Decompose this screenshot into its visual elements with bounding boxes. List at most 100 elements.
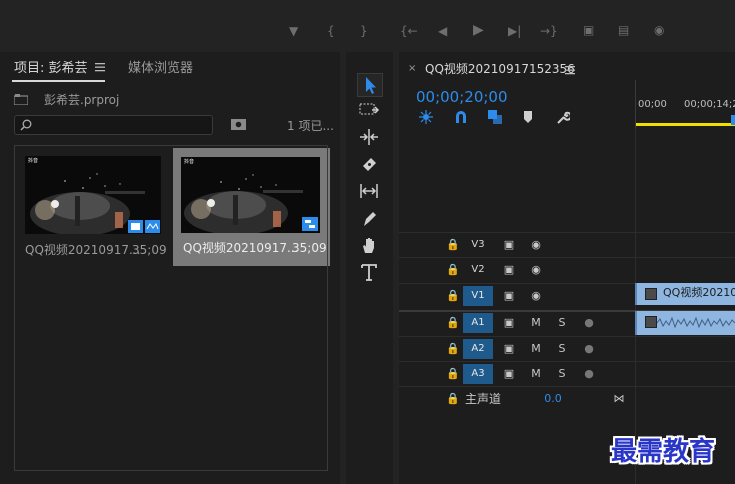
eye-icon[interactable]: ◉ [528, 284, 544, 308]
tools-panel [346, 52, 393, 484]
ruler-label: 00;00;14;29 [684, 99, 735, 110]
work-area-bar[interactable] [636, 123, 735, 126]
thumb-watermark: 抖音 [28, 158, 39, 164]
track-label[interactable]: V3 [463, 235, 493, 255]
mute-button[interactable]: M [529, 362, 543, 386]
type-tool-icon[interactable] [357, 261, 381, 283]
go-to-in-icon[interactable]: {← [400, 23, 418, 39]
clip-name: QQ视频20210917... [183, 241, 299, 255]
clip-label: QQ视频2021091 [663, 286, 735, 299]
clip-duration: 35;09 [132, 243, 167, 257]
eye-icon[interactable]: ◉ [528, 233, 544, 257]
clip-name: QQ视频20210917... [25, 243, 141, 257]
track-a3: 🔒 A3 ▣ M S ● [399, 361, 735, 386]
search-input[interactable] [14, 115, 213, 135]
media-item-selected[interactable]: 抖音 QQ视频20210917... 35;09 [173, 148, 330, 266]
playhead-marker[interactable] [731, 115, 735, 125]
panel-menu-icon[interactable] [95, 62, 105, 72]
eye-icon[interactable]: ◉ [528, 258, 544, 282]
track-select-tool-icon[interactable] [357, 99, 381, 121]
fx-icon [645, 316, 657, 328]
media-item[interactable]: 抖音 QQ视频20210917... 35;09 [18, 150, 175, 268]
slip-tool-icon[interactable] [357, 180, 381, 202]
lock-icon[interactable]: 🔒 [446, 233, 460, 257]
voice-over-icon[interactable]: ● [583, 311, 595, 335]
ripple-edit-tool-icon[interactable] [357, 126, 381, 148]
time-ruler[interactable]: 00;00 00;00;14;29 [635, 80, 735, 128]
overwrite-icon[interactable]: ▤ [618, 22, 629, 38]
go-to-out-icon[interactable]: →} [540, 23, 558, 39]
add-marker-icon[interactable]: ▼ [289, 23, 298, 39]
tab-media-browser[interactable]: 媒体浏览器 [128, 60, 193, 78]
lock-icon[interactable]: 🔒 [446, 387, 460, 411]
step-forward-icon[interactable]: ▶| [508, 23, 521, 39]
voice-over-icon[interactable]: ● [583, 337, 595, 361]
sync-lock-icon[interactable]: ▣ [501, 284, 517, 308]
track-label[interactable]: V2 [463, 260, 493, 280]
lock-icon[interactable]: 🔒 [446, 258, 460, 282]
razor-tool-icon[interactable] [357, 153, 381, 175]
folder-icon [14, 94, 28, 105]
sync-lock-icon[interactable]: ▣ [501, 362, 517, 386]
go-to-end-icon[interactable]: ⋈ [611, 387, 627, 411]
ruler-label: 00;00 [638, 99, 667, 110]
sequence-tab[interactable]: QQ视频20210917152356 [425, 61, 575, 77]
insert-icon[interactable]: ▣ [583, 22, 594, 38]
track-label[interactable]: A1 [463, 313, 493, 333]
item-count: 1 项已... [287, 119, 334, 133]
sync-lock-icon[interactable]: ▣ [501, 258, 517, 282]
track-a2: 🔒 A2 ▣ M S ● [399, 336, 735, 361]
audio-waveform [657, 316, 735, 329]
track-label[interactable]: A3 [463, 364, 493, 384]
mute-button[interactable]: M [529, 311, 543, 335]
lock-icon[interactable]: 🔒 [446, 362, 460, 386]
new-search-bin-icon[interactable] [231, 118, 246, 130]
track-v3: 🔒 V3 ▣ ◉ [399, 232, 735, 257]
export-frame-icon[interactable]: ◉ [654, 22, 664, 38]
play-icon[interactable]: ▶ [473, 22, 484, 38]
fx-icon [645, 288, 657, 300]
pen-tool-icon[interactable] [357, 207, 381, 229]
lock-icon[interactable]: 🔒 [446, 311, 460, 335]
clip-type-badge-icon [128, 220, 160, 233]
selection-tool-icon[interactable] [357, 73, 383, 97]
nest-icon[interactable] [419, 110, 433, 124]
panel-menu-icon[interactable] [565, 65, 575, 75]
lock-icon[interactable]: 🔒 [446, 284, 460, 308]
search-icon [20, 119, 32, 131]
solo-button[interactable]: S [556, 311, 568, 335]
close-icon[interactable]: × [408, 63, 416, 75]
snap-icon[interactable] [454, 110, 468, 124]
mark-in-icon[interactable]: { [327, 23, 335, 39]
linked-selection-icon[interactable] [488, 110, 502, 124]
project-file-name: 彭希芸.prproj [44, 93, 120, 107]
mute-button[interactable]: M [529, 337, 543, 361]
hand-tool-icon[interactable] [357, 234, 381, 256]
sequence-badge-icon [302, 217, 318, 231]
sync-lock-icon[interactable]: ▣ [501, 337, 517, 361]
master-track-label: 主声道 [465, 392, 502, 406]
watermark-logo: 最需教育 [611, 437, 716, 467]
sync-lock-icon[interactable]: ▣ [501, 311, 517, 335]
track-v2: 🔒 V2 ▣ ◉ [399, 257, 735, 282]
add-marker-icon[interactable] [523, 111, 533, 123]
playhead-timecode[interactable]: 00;00;20;00 [416, 87, 508, 107]
solo-button[interactable]: S [556, 362, 568, 386]
voice-over-icon[interactable]: ● [583, 362, 595, 386]
sync-lock-icon[interactable]: ▣ [501, 233, 517, 257]
step-back-icon[interactable]: ◀ [438, 23, 447, 39]
tab-active-underline [12, 80, 105, 82]
track-label[interactable]: V1 [463, 286, 493, 306]
video-thumbnail: 抖音 [181, 157, 320, 233]
solo-button[interactable]: S [556, 337, 568, 361]
wrench-icon[interactable] [555, 110, 570, 125]
mark-out-icon[interactable]: } [360, 23, 368, 39]
audio-clip[interactable] [635, 311, 735, 335]
video-thumbnail: 抖音 [25, 156, 161, 234]
master-volume-value[interactable]: 0.0 [541, 387, 565, 411]
tab-project[interactable]: 项目: 彭希芸 [14, 60, 88, 78]
video-clip[interactable]: QQ视频2021091 [635, 283, 735, 305]
lock-icon[interactable]: 🔒 [446, 337, 460, 361]
track-label[interactable]: A2 [463, 339, 493, 359]
clip-duration: 35;09 [292, 241, 327, 255]
